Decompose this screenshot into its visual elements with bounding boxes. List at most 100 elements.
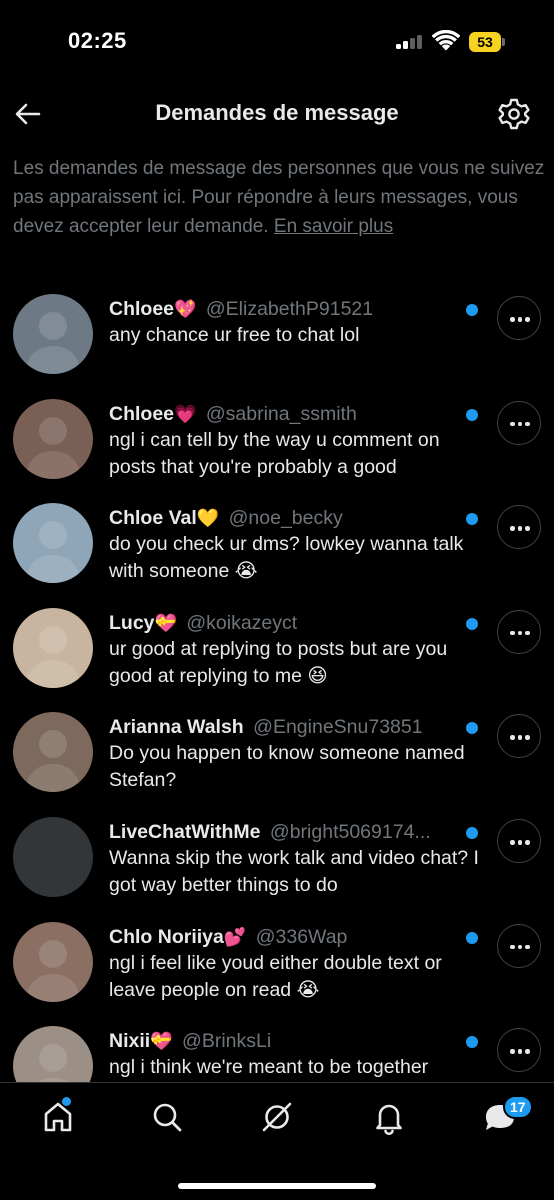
sender-handle: @sabrina_ssmith: [205, 402, 357, 425]
request-item[interactable]: Chloe Val💛 @noe_becky do you check ur dm…: [0, 499, 554, 603]
request-header: Arianna Walsh @EngineSnu73851: [109, 712, 459, 742]
message-request-list: Chloee💖 @ElizabethP91521 any chance ur f…: [0, 290, 554, 1082]
request-header: Chloee💖 @ElizabethP91521: [109, 294, 459, 324]
message-preview: any chance ur free to chat lol: [109, 324, 360, 346]
unread-dot: [466, 617, 478, 630]
sender-name: Chloe Val: [109, 507, 197, 530]
gear-icon: [498, 98, 530, 130]
message-preview: Do you happen to know someone named Stef…: [109, 742, 465, 792]
request-header: Lucy💝 @koikazeyct: [109, 608, 459, 638]
unread-dot: [466, 931, 478, 944]
tab-notifications[interactable]: [369, 1097, 409, 1137]
request-item[interactable]: Chloee💖 @ElizabethP91521 any chance ur f…: [0, 290, 554, 394]
tab-home[interactable]: [38, 1097, 78, 1137]
sender-handle: @ElizabethP91521: [205, 298, 374, 320]
sender-name: Chloee: [109, 402, 175, 425]
avatar-image: [13, 607, 93, 688]
sender-handle: @bright5069174...: [269, 821, 431, 843]
avatar[interactable]: [13, 294, 93, 374]
battery-level: 53: [469, 32, 501, 52]
request-header: Chlo Noriiya💕 @336Wap: [109, 922, 459, 952]
request-item[interactable]: Lucy💝 @koikazeyct ur good at replying to…: [0, 604, 554, 708]
avatar[interactable]: [13, 398, 93, 479]
request-item[interactable]: Chloee💗 @sabrina_ssmith ngl i can tell b…: [0, 395, 554, 499]
status-time: 02:25: [68, 28, 127, 53]
request-header: Chloe Val💛 @noe_becky: [109, 503, 459, 533]
message-preview: do you check ur dms? lowkey wanna talk w…: [109, 533, 464, 583]
sender-handle: @noe_becky: [228, 507, 343, 530]
sender-name: Chloee: [109, 298, 175, 320]
more-options-button[interactable]: [497, 505, 541, 550]
search-icon: [153, 1103, 182, 1132]
sender-handle: @koikazeyct: [186, 611, 298, 634]
name-emoji: 💝: [154, 612, 177, 634]
bottom-tab-bar: 17: [0, 1082, 554, 1200]
sender-name: LiveChatWithMe: [109, 821, 261, 843]
home-unread-dot: [62, 1097, 71, 1106]
tab-search[interactable]: [147, 1097, 187, 1137]
unread-dot: [466, 304, 478, 316]
request-header: Chloee💗 @sabrina_ssmith: [109, 399, 459, 429]
learn-more-link[interactable]: En savoir plus: [274, 216, 393, 237]
sender-name: Chlo Noriiya: [109, 925, 224, 948]
avatar-image: [13, 398, 93, 479]
avatar-image: [13, 503, 93, 584]
message-preview: ur good at replying to posts but are you…: [109, 637, 448, 687]
header: Demandes de message: [0, 88, 554, 140]
request-item[interactable]: Nixii💝 @BrinksLi ngl i think we're meant…: [0, 1022, 554, 1082]
avatar-image: [13, 294, 93, 374]
wifi-icon: [432, 30, 460, 51]
messages-badge: 17: [503, 1095, 533, 1119]
unread-dot: [466, 513, 478, 526]
page-title: Demandes de message: [155, 100, 399, 125]
avatar-image: [13, 921, 93, 1002]
request-item[interactable]: Arianna Walsh @EngineSnu73851 Do you hap…: [0, 708, 554, 812]
sender-handle: @336Wap: [255, 925, 348, 948]
unread-dot: [466, 408, 478, 421]
avatar[interactable]: [13, 921, 93, 1002]
message-preview: ngl i can tell by the way u comment on p…: [109, 428, 440, 478]
more-options-button[interactable]: [497, 400, 541, 445]
sender-name: Lucy: [109, 611, 155, 634]
name-emoji: 💛: [196, 508, 220, 530]
more-options-button[interactable]: [497, 1028, 541, 1073]
request-item[interactable]: LiveChatWithMe @bright5069174... Wanna s…: [0, 813, 554, 917]
name-emoji: 💖: [174, 299, 197, 320]
settings-button[interactable]: [496, 96, 532, 132]
bell-icon: [376, 1104, 402, 1135]
sender-name: Arianna Walsh: [109, 716, 244, 739]
request-item[interactable]: Chlo Noriiya💕 @336Wap ngl i feel like yo…: [0, 918, 554, 1022]
name-emoji: 💗: [174, 403, 197, 425]
request-header: Nixii💝 @BrinksLi: [109, 1026, 459, 1056]
more-options-button[interactable]: [497, 296, 541, 340]
cellular-signal-icon: [396, 33, 426, 49]
avatar-image: [13, 1026, 93, 1082]
home-indicator[interactable]: [178, 1183, 376, 1189]
avatar-image: [13, 712, 93, 793]
name-emoji: 💝: [150, 1031, 173, 1053]
avatar[interactable]: [13, 503, 93, 584]
unread-dot: [466, 722, 478, 735]
battery-icon: 53: [469, 32, 505, 52]
avatar[interactable]: [13, 607, 93, 688]
message-preview: Wanna skip the work talk and video chat?…: [109, 847, 479, 896]
status-bar: 02:25 53: [0, 0, 554, 80]
more-options-button[interactable]: [497, 609, 541, 654]
home-icon: [44, 1102, 72, 1132]
grok-icon: [262, 1102, 292, 1132]
more-options-button[interactable]: [497, 923, 541, 968]
name-emoji: 💕: [223, 926, 247, 948]
message-preview: ngl i feel like youd either double text …: [109, 951, 442, 1001]
unread-dot: [466, 827, 478, 839]
avatar[interactable]: [13, 1026, 93, 1082]
tab-grok[interactable]: [257, 1097, 297, 1137]
unread-dot: [466, 1036, 478, 1049]
sender-handle: @EngineSnu73851: [253, 716, 423, 739]
message-preview: ngl i think we're meant to be together: [109, 1056, 429, 1079]
avatar-image: [13, 817, 93, 897]
more-options-button[interactable]: [497, 714, 541, 759]
avatar[interactable]: [13, 817, 93, 897]
more-options-button[interactable]: [497, 819, 541, 863]
avatar[interactable]: [13, 712, 93, 793]
request-header: LiveChatWithMe @bright5069174...: [109, 817, 459, 847]
